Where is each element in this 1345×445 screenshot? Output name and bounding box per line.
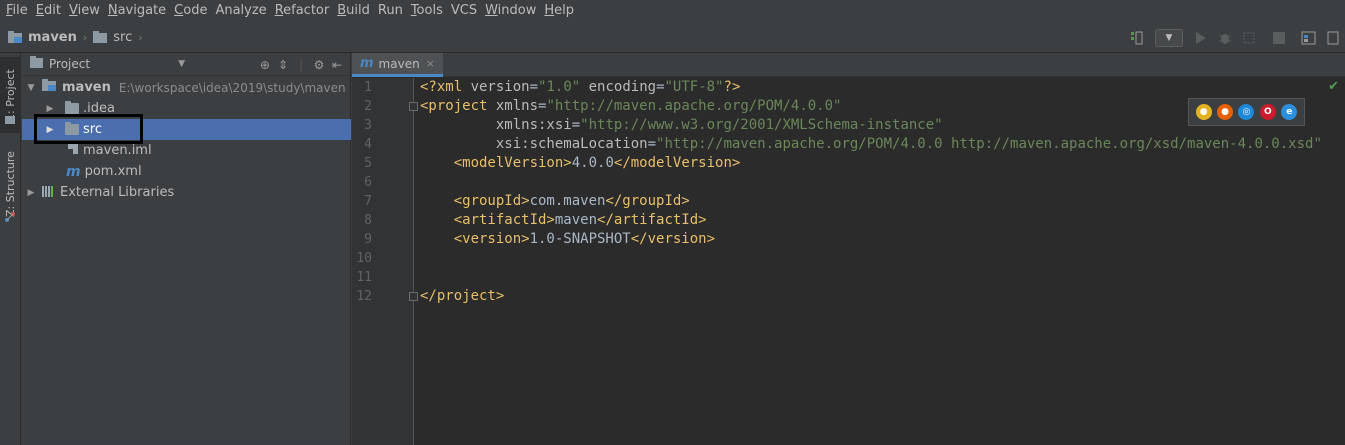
firefox-icon[interactable]: ● (1217, 104, 1234, 120)
run-toolbar: ▼ (1125, 22, 1345, 53)
tree-item-external-libraries[interactable]: ▶ External Libraries (22, 182, 351, 203)
collapsed-arrow-icon[interactable]: ▶ (26, 188, 36, 198)
collapsed-arrow-icon[interactable]: ▶ (45, 104, 55, 114)
code-area[interactable]: <?xml version="1.0" encoding="UTF-8"?> <… (420, 78, 1345, 445)
folder-icon (93, 30, 109, 44)
tree-item-pom-xml[interactable]: m pom.xml (22, 161, 351, 182)
menu-help[interactable]: Help (540, 0, 578, 22)
code-line-9: <version>1.0-SNAPSHOT</version> (453, 231, 716, 247)
chevron-down-icon: ▼ (1165, 32, 1173, 43)
menu-code[interactable]: Code (170, 0, 211, 22)
hide-panel-icon[interactable]: ⇤ (328, 58, 346, 72)
line-number: 10 (356, 251, 372, 266)
line-number: 2 (364, 99, 372, 114)
line-number: 12 (356, 289, 372, 304)
module-folder-icon (8, 30, 24, 44)
code-line-1: <?xml version="1.0" encoding="UTF-8"?> (420, 79, 741, 95)
code-line-5: <modelVersion>4.0.0</modelVersion> (453, 155, 741, 171)
line-number: 4 (364, 137, 372, 152)
iml-file-icon (67, 142, 79, 159)
navigation-bar: maven › src › ▼ (0, 22, 1345, 53)
chevron-right-icon: › (138, 30, 143, 44)
line-number: 1 (364, 80, 372, 95)
menu-window[interactable]: Window (481, 0, 540, 22)
ie-icon[interactable]: e (1281, 104, 1298, 120)
editor: m maven × ✔ 1 2 3 4 5 6 7 8 9 10 11 12 <… (352, 53, 1345, 445)
menu-view[interactable]: View (65, 0, 104, 22)
folder-icon (65, 101, 79, 114)
code-line-3: xmlns:xsi="http://www.w3.org/2001/XMLSch… (495, 117, 943, 133)
module-folder-icon (42, 79, 58, 96)
line-number: 11 (356, 270, 372, 285)
project-structure-icon[interactable] (1299, 28, 1319, 48)
project-panel-header: Project ▼ ⊕ ⇕ | ⚙ ⇤ (22, 53, 350, 76)
project-panel: Project ▼ ⊕ ⇕ | ⚙ ⇤ ▼ maven E:\workspace… (22, 53, 351, 445)
menu-analyze[interactable]: Analyze (211, 0, 270, 22)
stop-icon[interactable] (1269, 28, 1289, 48)
menu-edit[interactable]: Edit (32, 0, 65, 22)
close-icon[interactable]: × (426, 57, 435, 70)
maven-file-icon: m (360, 56, 374, 71)
project-icon (30, 56, 44, 72)
menu-navigate[interactable]: Navigate (104, 0, 170, 22)
menu-run[interactable]: Run (374, 0, 407, 22)
line-number: 7 (364, 194, 372, 209)
scroll-from-source-icon[interactable]: ⊕ (256, 58, 274, 72)
chrome-icon[interactable]: ● (1195, 104, 1212, 120)
menu-vcs[interactable]: VCS (447, 0, 481, 22)
editor-tab-bar: m maven × (352, 53, 1345, 77)
chevron-down-icon[interactable]: ▼ (178, 59, 185, 69)
fold-marker-icon[interactable] (409, 102, 418, 111)
fold-marker-icon[interactable] (409, 292, 418, 301)
project-tool-icon (5, 116, 15, 124)
code-line-2: <project xmlns="http://maven.apache.org/… (420, 98, 842, 114)
browser-popup: ● ● ◎ O e (1188, 98, 1305, 126)
gear-icon[interactable]: ⚙ (310, 58, 328, 72)
menu-bar: File Edit View Navigate Code Analyze Ref… (0, 0, 1345, 22)
code-line-4: xsi:schemaLocation="http://maven.apache.… (495, 136, 1322, 152)
structure-tool-icon (4, 211, 16, 223)
code-line-7: <groupId>com.maven</groupId> (453, 193, 690, 209)
collapse-all-icon[interactable]: ⇕ (274, 58, 292, 72)
menu-build[interactable]: Build (333, 0, 374, 22)
maven-file-icon: m (66, 163, 81, 180)
debug-icon[interactable] (1215, 28, 1235, 48)
code-line-8: <artifactId>maven</artifactId> (453, 212, 707, 228)
line-number: 5 (364, 156, 372, 171)
project-view-selector[interactable]: Project (49, 57, 90, 71)
safari-icon[interactable]: ◎ (1238, 104, 1255, 120)
line-number: 8 (364, 213, 372, 228)
chevron-right-icon: › (82, 30, 88, 44)
selection-highlight-box (34, 114, 143, 144)
coverage-icon[interactable] (1239, 28, 1259, 48)
menu-tools[interactable]: Tools (407, 0, 447, 22)
line-number: 6 (364, 175, 372, 190)
build-icon[interactable] (1127, 28, 1147, 48)
line-number: 3 (364, 118, 372, 133)
code-line-12: </project> (420, 288, 505, 304)
tool-window-strip: 1: Project Z: Structure (0, 53, 21, 445)
breadcrumb-src[interactable]: src (93, 30, 132, 45)
run-icon[interactable] (1191, 28, 1211, 48)
menu-refactor[interactable]: Refactor (271, 0, 334, 22)
line-number-gutter: 1 2 3 4 5 6 7 8 9 10 11 12 (352, 78, 418, 445)
menu-file[interactable]: File (2, 0, 32, 22)
breadcrumb-project[interactable]: maven (8, 30, 77, 45)
sdk-icon[interactable] (1323, 28, 1343, 48)
run-configuration-dropdown[interactable]: ▼ (1155, 28, 1183, 47)
expanded-arrow-icon[interactable]: ▼ (26, 83, 36, 93)
opera-icon[interactable]: O (1259, 104, 1276, 120)
tree-item-maven[interactable]: ▼ maven E:\workspace\idea\2019\study\mav… (22, 77, 351, 98)
line-number: 9 (364, 232, 372, 247)
libraries-icon (42, 185, 56, 201)
tab-pom-xml[interactable]: m maven × (352, 53, 443, 77)
